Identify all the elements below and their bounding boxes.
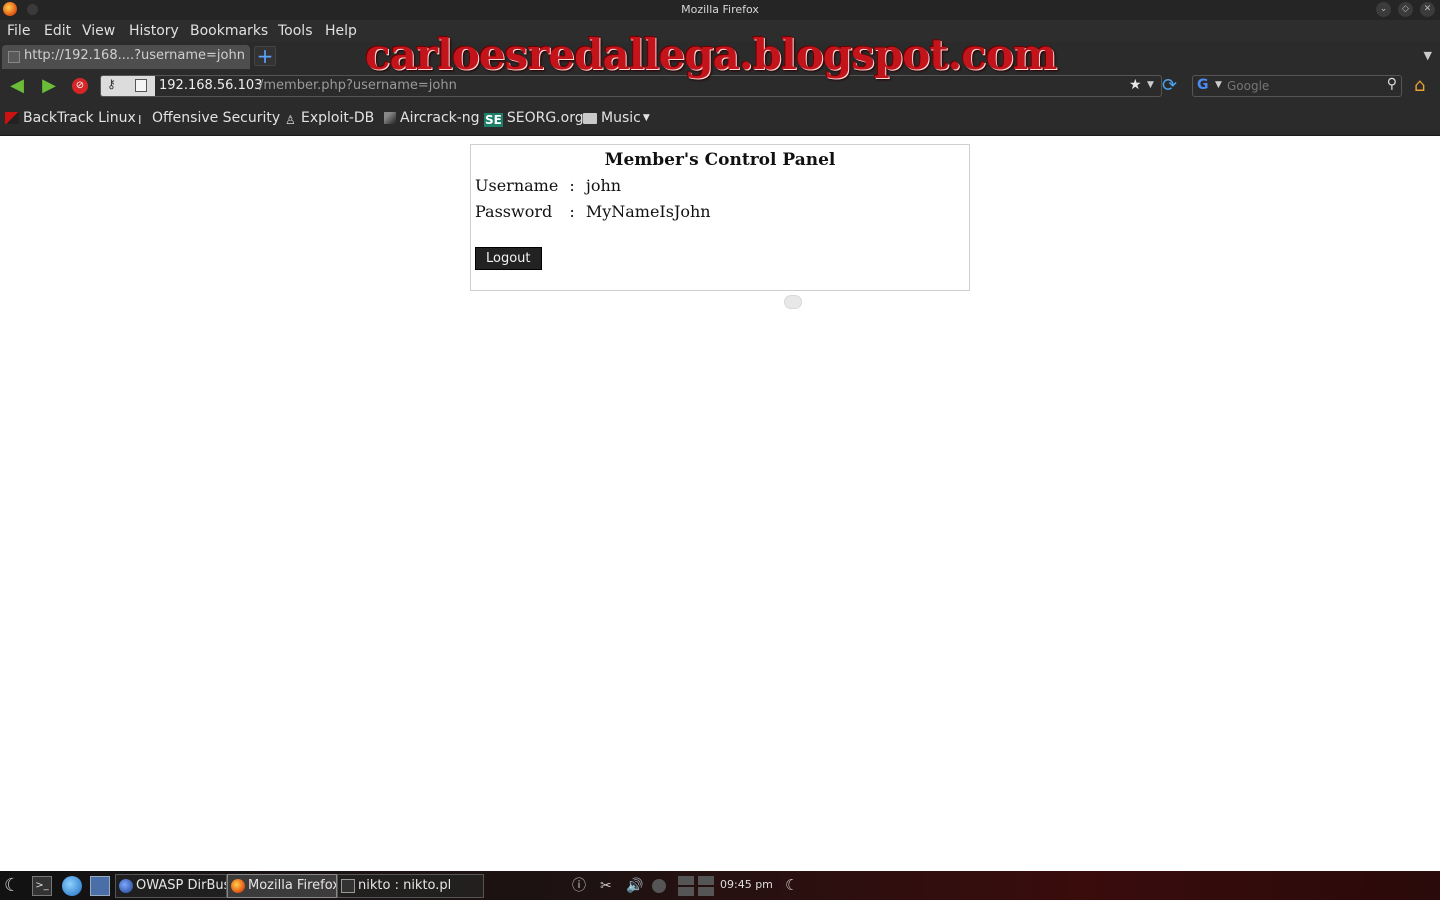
bookmark-label: Exploit-DB [301, 110, 375, 126]
tab-title: http://192.168....?username=john [24, 48, 245, 63]
task-mozilla-firefox[interactable]: Mozilla Firefox [227, 874, 337, 898]
bookmark-star-icon[interactable]: ★ [1129, 77, 1142, 93]
terminal-icon [341, 879, 355, 893]
desktop-pager-3[interactable] [678, 887, 694, 896]
browser-launcher-icon[interactable] [62, 876, 82, 896]
bookmark-backtrack[interactable]: BackTrack Linux [5, 110, 136, 126]
task-nikto-terminal[interactable]: nikto : nikto.pl [337, 874, 484, 898]
watermark-banner: carloesredallega.blogspot.com [365, 30, 1057, 79]
bookmark-label: Aircrack-ng [400, 110, 480, 126]
bookmark-label: Music [601, 110, 641, 126]
password-label: Password [475, 202, 553, 221]
password-row: Password : MyNameIsJohn [475, 202, 711, 221]
desktop-pager-4[interactable] [698, 887, 714, 896]
forward-arrow-icon[interactable]: ▶ [38, 76, 60, 96]
password-value: MyNameIsJohn [585, 202, 711, 221]
maximize-icon[interactable]: ◇ [1398, 2, 1413, 17]
key-icon: ⚷ [107, 77, 116, 91]
desktop-pager-1[interactable] [678, 876, 694, 885]
username-separator: : [569, 176, 575, 195]
new-tab-button[interactable]: + [254, 46, 276, 66]
logout-button[interactable]: Logout [475, 247, 542, 270]
menu-help[interactable]: Help [325, 23, 357, 39]
close-icon[interactable]: ✕ [1420, 2, 1435, 17]
bookmark-folder-music[interactable]: Music ▼ [583, 110, 650, 126]
window-titlebar: Mozilla Firefox ⌄ ◇ ✕ [0, 0, 1440, 20]
username-value: john [585, 176, 622, 195]
minimize-icon[interactable]: ⌄ [1376, 2, 1391, 17]
menu-bookmarks[interactable]: Bookmarks [190, 23, 268, 39]
offsec-icon: Ⅰ [138, 113, 142, 127]
reload-icon[interactable]: ⟳ [1162, 76, 1182, 96]
bookmark-aircrack-ng[interactable]: Aircrack-ng [384, 110, 480, 126]
bookmark-offensive-security[interactable]: Ⅰ Offensive Security [138, 110, 280, 127]
search-engine-dropdown-icon[interactable]: ▼ [1215, 80, 1222, 90]
taskbar: ☾ >_ OWASP DirBus Mozilla Firefox nikto … [0, 871, 1440, 900]
file-manager-launcher-icon[interactable] [90, 876, 110, 896]
panel-title: Member's Control Panel [604, 150, 836, 170]
menu-edit[interactable]: Edit [44, 23, 71, 39]
search-icon[interactable]: ⚲ [1387, 76, 1397, 92]
search-bar[interactable]: G ▼ ⚲ [1192, 75, 1402, 97]
menu-view[interactable]: View [82, 23, 115, 39]
google-engine-icon[interactable]: G [1197, 77, 1209, 93]
page-icon [135, 79, 147, 92]
aircrack-icon [384, 112, 396, 124]
window-title: Mozilla Firefox [681, 3, 759, 16]
firefox-icon [231, 879, 245, 893]
clock[interactable]: 09:45 pm [720, 878, 773, 891]
username-row: Username : john [475, 176, 621, 195]
url-host[interactable]: 192.168.56.103 [159, 78, 262, 93]
backtrack-icon [5, 112, 19, 124]
back-arrow-icon[interactable]: ◀ [6, 76, 28, 96]
volume-icon[interactable]: 🔊 [626, 877, 643, 895]
task-label: nikto : nikto.pl [358, 878, 452, 893]
seorg-icon: SE [484, 113, 503, 127]
username-label: Username [475, 176, 559, 195]
task-owasp-dirbuster[interactable]: OWASP DirBus [115, 874, 227, 898]
bookmark-seorg[interactable]: SE SEORG.org [484, 110, 584, 127]
terminal-launcher-icon[interactable]: >_ [32, 876, 52, 896]
page-content: Member's Control Panel Username : john P… [0, 137, 1440, 871]
tab-active[interactable]: http://192.168....?username=john [2, 45, 250, 69]
info-icon[interactable]: ⓘ [572, 877, 586, 895]
bookmark-label: Offensive Security [152, 110, 281, 126]
menu-history[interactable]: History [129, 23, 179, 39]
network-icon[interactable] [652, 879, 666, 893]
dirbuster-icon [119, 879, 133, 893]
task-label: Mozilla Firefox [248, 878, 337, 893]
bookmarks-toolbar: BackTrack Linux Ⅰ Offensive Security ♙ Exp… [0, 102, 1440, 136]
home-icon[interactable]: ⌂ [1414, 76, 1434, 96]
scissors-icon[interactable]: ✂ [600, 877, 612, 895]
password-separator: : [569, 202, 575, 221]
exploitdb-icon: ♙ [285, 113, 296, 127]
page-favicon-icon [8, 51, 20, 63]
cloud-icon [784, 295, 802, 309]
member-control-panel: Member's Control Panel Username : john P… [470, 144, 970, 291]
url-history-dropdown-icon[interactable]: ▼ [1147, 80, 1154, 90]
search-input[interactable] [1227, 78, 1377, 94]
desktop-pager-2[interactable] [698, 876, 714, 885]
url-path[interactable]: /member.php?username=john [259, 78, 457, 93]
moon-icon[interactable]: ☾ [785, 876, 798, 894]
menu-tools[interactable]: Tools [278, 23, 313, 39]
stop-icon[interactable]: ⊘ [72, 78, 88, 94]
bookmark-label: SEORG.org [506, 110, 584, 126]
task-label: OWASP DirBus [136, 878, 227, 893]
folder-icon [583, 113, 597, 124]
menu-file[interactable]: File [7, 23, 30, 39]
bookmark-exploit-db[interactable]: ♙ Exploit-DB [285, 110, 374, 127]
site-identity-button[interactable]: ⚷ [101, 76, 155, 96]
start-menu-icon[interactable]: ☾ [4, 876, 24, 896]
chevron-down-icon: ▼ [642, 113, 650, 123]
bookmark-label: BackTrack Linux [23, 110, 136, 126]
tab-list-dropdown-icon[interactable]: ▼ [1424, 49, 1432, 62]
